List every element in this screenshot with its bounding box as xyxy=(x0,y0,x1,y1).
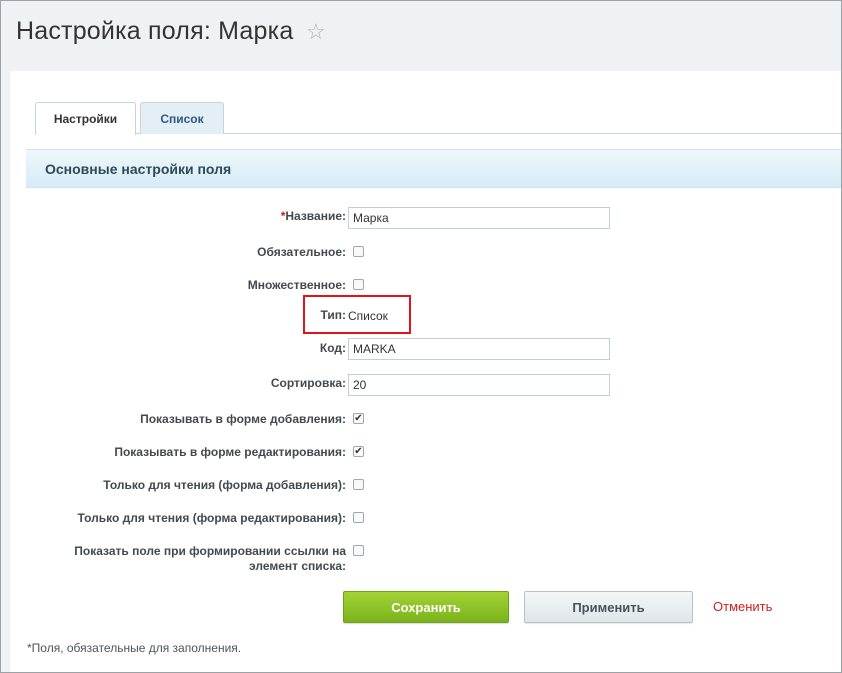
section-title: Основные настройки поля xyxy=(45,161,232,177)
tab-bar: Настройки Список xyxy=(35,102,841,135)
code-label: Код: xyxy=(319,341,346,355)
content-panel: Настройки Список Основные настройки поля… xyxy=(10,71,841,672)
show-edit-checkbox[interactable]: ✔ xyxy=(353,446,364,457)
show-link-checkbox[interactable] xyxy=(353,545,364,556)
page-header: Настройка поля: Марка ☆ xyxy=(1,1,841,71)
multiple-checkbox[interactable] xyxy=(353,279,364,290)
show-add-label: Показывать в форме добавления: xyxy=(140,412,346,426)
multiple-label: Множественное: xyxy=(247,278,346,292)
show-link-label-line2: элемент списка: xyxy=(249,559,346,573)
cancel-link[interactable]: Отменить xyxy=(713,599,772,614)
star-icon[interactable]: ☆ xyxy=(306,19,326,45)
field-name-label: *Название: xyxy=(280,209,346,223)
readonly-add-label: Только для чтения (форма добавления): xyxy=(103,478,346,492)
save-button[interactable]: Сохранить xyxy=(343,591,509,623)
show-link-label-line1: Показать поле при формировании ссылки на xyxy=(74,544,346,558)
apply-button[interactable]: Применить xyxy=(524,591,693,623)
sort-label: Сортировка: xyxy=(270,376,346,390)
required-footnote: *Поля, обязательные для заполнения. xyxy=(27,641,242,655)
name-input[interactable] xyxy=(348,207,610,229)
show-edit-label: Показывать в форме редактирования: xyxy=(114,445,346,459)
required-checkbox[interactable] xyxy=(353,246,364,257)
readonly-edit-checkbox[interactable] xyxy=(353,512,364,523)
type-label: Тип: xyxy=(320,308,347,322)
readonly-edit-label: Только для чтения (форма редактирования)… xyxy=(77,511,346,525)
tab-list[interactable]: Список xyxy=(140,102,224,134)
section-header: Основные настройки поля xyxy=(26,149,841,188)
required-label: Обязательное: xyxy=(257,245,346,259)
page-title: Настройка поля: Марка xyxy=(16,17,294,45)
readonly-add-checkbox[interactable] xyxy=(353,479,364,490)
code-input[interactable] xyxy=(348,338,610,360)
show-add-checkbox[interactable]: ✔ xyxy=(353,413,364,424)
type-value: Список xyxy=(348,309,388,323)
sort-input[interactable] xyxy=(348,374,610,396)
tab-settings[interactable]: Настройки xyxy=(35,102,136,135)
